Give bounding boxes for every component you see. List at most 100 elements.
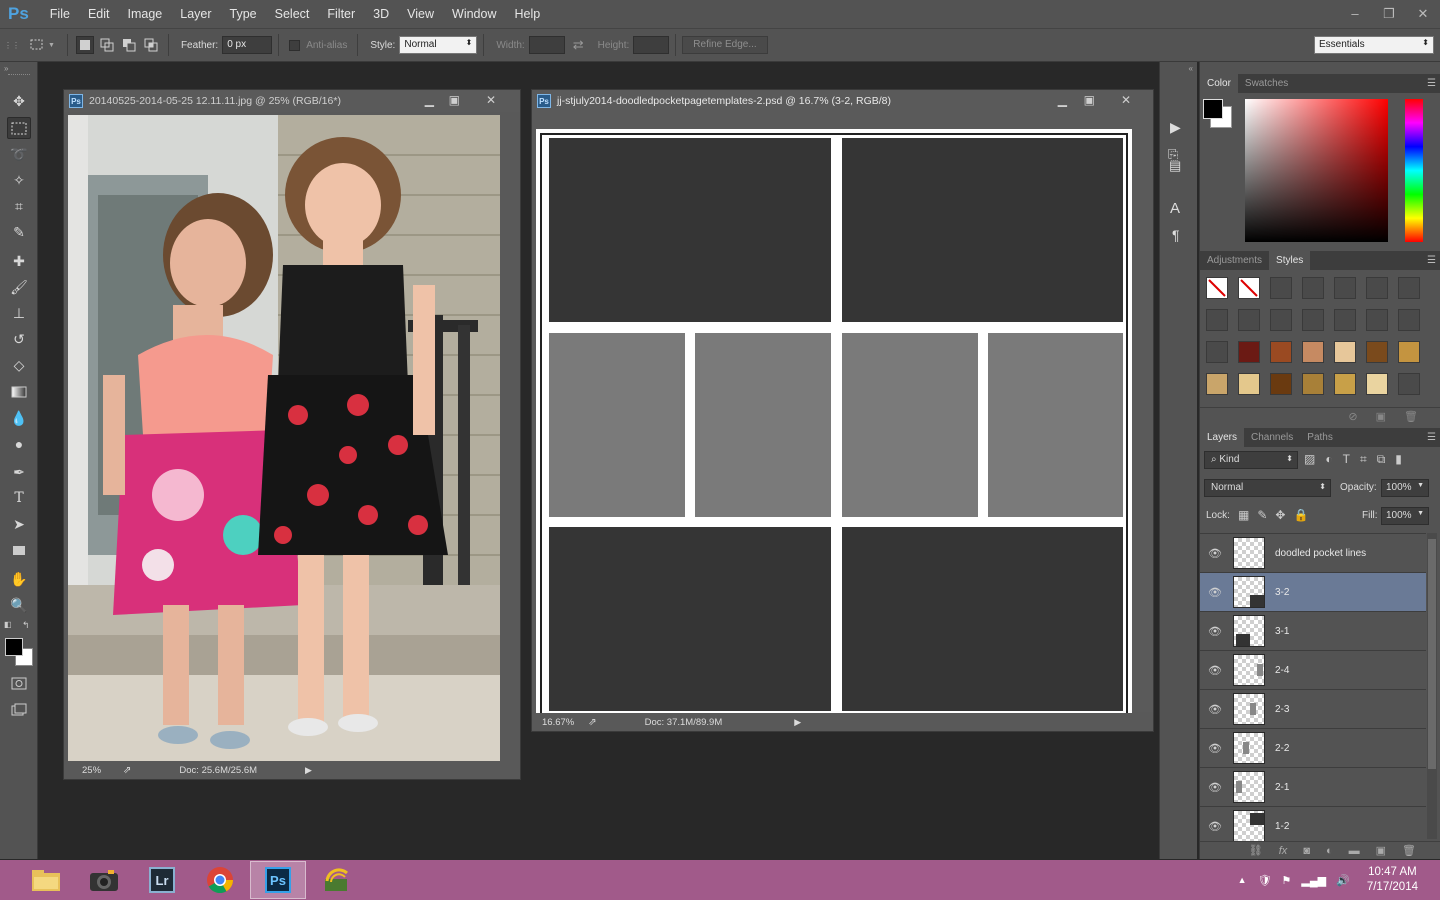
opacity-input[interactable]: 100% ▼ (1381, 479, 1429, 497)
maximize-icon[interactable]: ▣ (1084, 93, 1095, 107)
visibility-eye-icon[interactable]: 👁 (1200, 625, 1230, 638)
pocket-slot-1-1[interactable] (549, 138, 831, 322)
layer-name[interactable]: 3-2 (1275, 587, 1289, 598)
history-brush-tool-icon[interactable]: ↺ (7, 328, 31, 350)
width-input[interactable] (528, 36, 565, 54)
style-swatch-color[interactable] (1334, 373, 1356, 395)
eyedropper-tool-icon[interactable]: ✎ (7, 221, 31, 243)
blur-tool-icon[interactable]: 💧 (7, 407, 31, 429)
lock-all-icon[interactable]: 🔒 (1293, 508, 1308, 522)
minimize-app-button[interactable]: – (1338, 6, 1372, 22)
brush-presets-icon[interactable]: ▤ (1169, 158, 1181, 174)
tab-paths[interactable]: Paths (1300, 428, 1340, 447)
style-swatch-shadow[interactable] (1398, 373, 1420, 395)
crop-tool-icon[interactable]: ⌗ (7, 195, 31, 217)
layer-row[interactable]: 👁 3-1 (1200, 612, 1426, 651)
collapse-toolbar-icon[interactable]: » (4, 64, 8, 73)
character-panel-icon[interactable]: A (1170, 200, 1180, 217)
color-fg-swatch[interactable] (1203, 99, 1223, 119)
pocket-slot-2-2[interactable] (695, 333, 831, 517)
swap-colors-icon[interactable]: ↰ (22, 620, 30, 631)
style-swatch-color[interactable] (1238, 341, 1260, 363)
hand-tool-icon[interactable]: ✋ (7, 568, 31, 590)
layers-scrollbar[interactable] (1427, 533, 1437, 839)
lock-pixels-icon[interactable]: ✎ (1257, 508, 1267, 522)
layer-row[interactable]: 👁 1-2 (1200, 807, 1426, 845)
style-swatch-shadow[interactable] (1238, 309, 1260, 331)
fill-input[interactable]: 100% ▼ (1381, 507, 1429, 525)
layer-row[interactable]: 👁 2-1 (1200, 768, 1426, 807)
zoom-tool-icon[interactable]: 🔍 (7, 594, 31, 616)
status-menu-arrow-icon[interactable]: ▶ (794, 717, 801, 728)
style-swatch-shadow[interactable] (1366, 309, 1388, 331)
height-input[interactable] (633, 36, 670, 54)
layer-filter-kind-select[interactable]: ⌕ Kind ⬍ (1204, 451, 1298, 469)
menu-image[interactable]: Image (119, 0, 172, 28)
style-swatch-shadow[interactable] (1398, 277, 1420, 299)
shape-filter-icon[interactable]: ⌗ (1360, 452, 1367, 467)
share-icon[interactable]: ⇗ (588, 717, 596, 728)
blend-mode-select[interactable]: Normal ⬍ (1204, 479, 1331, 497)
style-swatch-color[interactable] (1270, 373, 1292, 395)
rectangular-marquee-preset-icon[interactable] (28, 36, 46, 54)
photo-canvas[interactable] (68, 115, 500, 761)
layer-name[interactable]: 3-1 (1275, 626, 1289, 637)
style-swatch-color[interactable] (1270, 341, 1292, 363)
rectangle-tool-icon[interactable] (7, 539, 31, 561)
menu-help[interactable]: Help (506, 0, 550, 28)
menu-file[interactable]: File (41, 0, 79, 28)
menu-filter[interactable]: Filter (318, 0, 364, 28)
chrome-taskbar-button[interactable] (192, 861, 248, 899)
pocket-slot-2-3[interactable] (842, 333, 978, 517)
template-zoom-level[interactable]: 16.67% (542, 717, 574, 728)
link-layers-icon[interactable]: ⛓ (1249, 844, 1263, 857)
actions-panel-icon[interactable]: ▶ (1170, 119, 1181, 136)
brush-tool-icon[interactable]: 🖌 (7, 276, 31, 298)
style-swatch-color[interactable] (1302, 341, 1324, 363)
style-swatch-shadow[interactable] (1334, 277, 1356, 299)
layer-name[interactable]: 1-2 (1275, 821, 1289, 832)
new-style-icon[interactable]: ▣ (1376, 410, 1386, 423)
style-swatch-none[interactable] (1238, 277, 1260, 299)
type-tool-icon[interactable]: T (7, 487, 31, 509)
minimize-icon[interactable]: ▁ (1058, 93, 1067, 107)
style-swatch-shadow[interactable] (1302, 309, 1324, 331)
layer-name[interactable]: 2-1 (1275, 782, 1289, 793)
photo-document-titlebar[interactable]: Ps 20140525-2014-05-25 12.11.11.jpg @ 25… (64, 90, 520, 112)
adjustment-filter-icon[interactable]: ◐ (1325, 452, 1332, 467)
clear-style-icon[interactable]: ⊘ (1348, 410, 1357, 423)
close-icon[interactable]: ✕ (1121, 93, 1131, 107)
delete-layer-icon[interactable]: 🗑 (1402, 844, 1416, 857)
layer-row[interactable]: 👁 doodled pocket lines (1200, 534, 1426, 573)
style-swatch-shadow[interactable] (1270, 277, 1292, 299)
style-swatch-shadow[interactable] (1366, 277, 1388, 299)
screen-mode-icon[interactable] (7, 698, 31, 720)
share-icon[interactable]: ⇗ (123, 765, 131, 776)
workspace-select[interactable]: Essentials ⬍ (1314, 36, 1434, 54)
pocket-slot-2-4[interactable] (988, 333, 1123, 517)
taskbar-clock[interactable]: 10:47 AM 7/17/2014 (1367, 865, 1418, 895)
visibility-eye-icon[interactable]: 👁 (1200, 781, 1230, 794)
status-menu-arrow-icon[interactable]: ▶ (305, 765, 312, 776)
layer-row[interactable]: 👁 3-2 (1200, 573, 1426, 612)
style-swatch-color[interactable] (1238, 373, 1260, 395)
camera-app-taskbar-button[interactable] (76, 861, 132, 899)
visibility-eye-icon[interactable]: 👁 (1200, 820, 1230, 833)
pocket-slot-1-2[interactable] (842, 138, 1123, 322)
maximize-icon[interactable]: ▣ (449, 93, 460, 107)
eraser-tool-icon[interactable]: ◇ (7, 354, 31, 376)
show-hidden-icons-icon[interactable]: ▲ (1238, 875, 1247, 885)
tab-styles[interactable]: Styles (1269, 251, 1311, 270)
pocket-slot-2-1[interactable] (549, 333, 685, 517)
magic-wand-tool-icon[interactable]: ✧ (7, 169, 31, 191)
subtract-from-selection-icon[interactable] (120, 36, 138, 54)
preset-dropdown-icon[interactable]: ▼ (48, 42, 55, 49)
pixel-filter-icon[interactable]: ▨ (1304, 452, 1315, 467)
adjustment-layer-icon[interactable]: ◐ (1326, 845, 1333, 857)
style-swatch-color[interactable] (1366, 373, 1388, 395)
action-center-flag-icon[interactable]: ⚑ (1282, 874, 1292, 887)
path-selection-tool-icon[interactable]: ➤ (7, 513, 31, 535)
style-swatch-color[interactable] (1334, 341, 1356, 363)
new-group-icon[interactable]: ▬ (1349, 845, 1360, 857)
expand-dock-icon[interactable]: « (1189, 64, 1193, 73)
